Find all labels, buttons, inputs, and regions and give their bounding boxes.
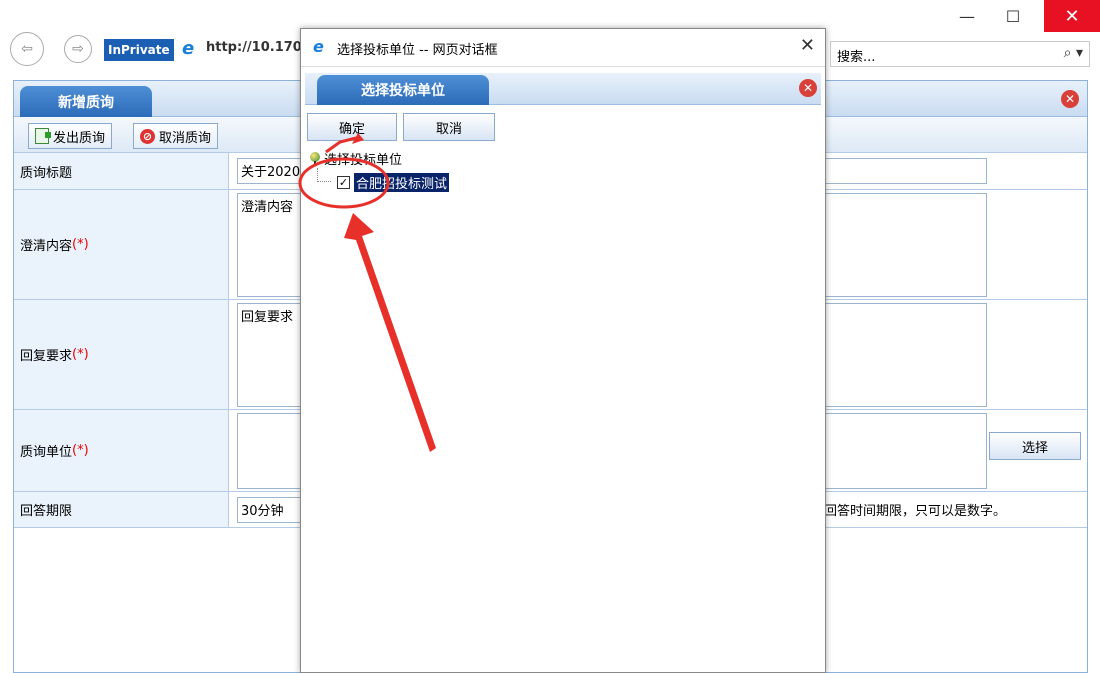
dialog-close-button[interactable]: ✕ bbox=[800, 35, 815, 56]
back-button[interactable]: ⇦ bbox=[10, 32, 44, 66]
tab-select-bidder[interactable]: 选择投标单位 bbox=[317, 75, 489, 105]
deadline-label: 回答期限 bbox=[14, 492, 229, 527]
arrow-right-icon: ⇨ bbox=[72, 41, 84, 57]
ban-icon: ⊘ bbox=[140, 128, 155, 144]
close-window-button[interactable]: ✕ bbox=[1044, 0, 1100, 32]
select-bidder-dialog: e 选择投标单位 -- 网页对话框 ✕ 选择投标单位 ✕ 确定 取消 选择投标单… bbox=[300, 28, 826, 673]
globe-icon bbox=[309, 151, 321, 166]
deadline-input[interactable]: 30分钟 bbox=[237, 497, 307, 523]
tree-connector bbox=[317, 168, 331, 182]
bidder-label[interactable]: 合肥招投标测试 bbox=[354, 173, 450, 192]
ie-logo-icon: e bbox=[313, 37, 324, 56]
close-icon[interactable]: ✕ bbox=[1061, 90, 1079, 108]
search-input[interactable]: 搜索... ⌕ ▾ bbox=[830, 41, 1090, 67]
maximize-button[interactable]: ☐ bbox=[990, 0, 1036, 32]
search-placeholder: 搜索... bbox=[837, 50, 876, 65]
dialog-tabbar: 选择投标单位 ✕ bbox=[305, 73, 821, 105]
send-inquiry-label: 发出质询 bbox=[53, 130, 106, 146]
send-inquiry-button[interactable]: 发出质询 bbox=[28, 123, 113, 149]
ie-logo-icon: e bbox=[182, 38, 195, 59]
title-label: 质询标题 bbox=[14, 153, 229, 189]
search-icon[interactable]: ⌕ ▾ bbox=[1064, 45, 1083, 61]
tree-item-bidder[interactable]: ✓ 合肥招投标测试 bbox=[337, 173, 450, 192]
content-label: 澄清内容 (*) bbox=[14, 190, 229, 299]
tree-root[interactable]: 选择投标单位 bbox=[309, 149, 402, 168]
address-bar[interactable]: http://10.170 bbox=[206, 40, 306, 55]
arrow-left-icon: ⇦ bbox=[21, 41, 33, 57]
tab-new-inquiry[interactable]: 新增质询 bbox=[20, 86, 152, 117]
inprivate-badge: InPrivate bbox=[104, 39, 174, 61]
document-icon bbox=[35, 128, 51, 144]
cancel-button[interactable]: 取消 bbox=[403, 113, 495, 141]
select-unit-button[interactable]: 选择 bbox=[989, 432, 1081, 460]
unit-label: 质询单位 (*) bbox=[14, 410, 229, 491]
dialog-window-title: 选择投标单位 -- 网页对话框 bbox=[337, 43, 498, 58]
minimize-button[interactable]: — bbox=[944, 0, 990, 32]
bidder-checkbox[interactable]: ✓ bbox=[337, 176, 350, 189]
cancel-inquiry-button[interactable]: ⊘ 取消质询 bbox=[133, 123, 219, 149]
reply-label: 回复要求 (*) bbox=[14, 300, 229, 409]
tree-root-label: 选择投标单位 bbox=[324, 153, 403, 168]
dialog-titlebar: e 选择投标单位 -- 网页对话框 ✕ bbox=[301, 29, 825, 67]
close-icon[interactable]: ✕ bbox=[799, 79, 817, 97]
forward-button[interactable]: ⇨ bbox=[64, 35, 92, 63]
cancel-inquiry-label: 取消质询 bbox=[159, 130, 212, 146]
deadline-hint: 回答时间期限，只可以是数字。 bbox=[824, 504, 1007, 519]
confirm-button[interactable]: 确定 bbox=[307, 113, 397, 141]
